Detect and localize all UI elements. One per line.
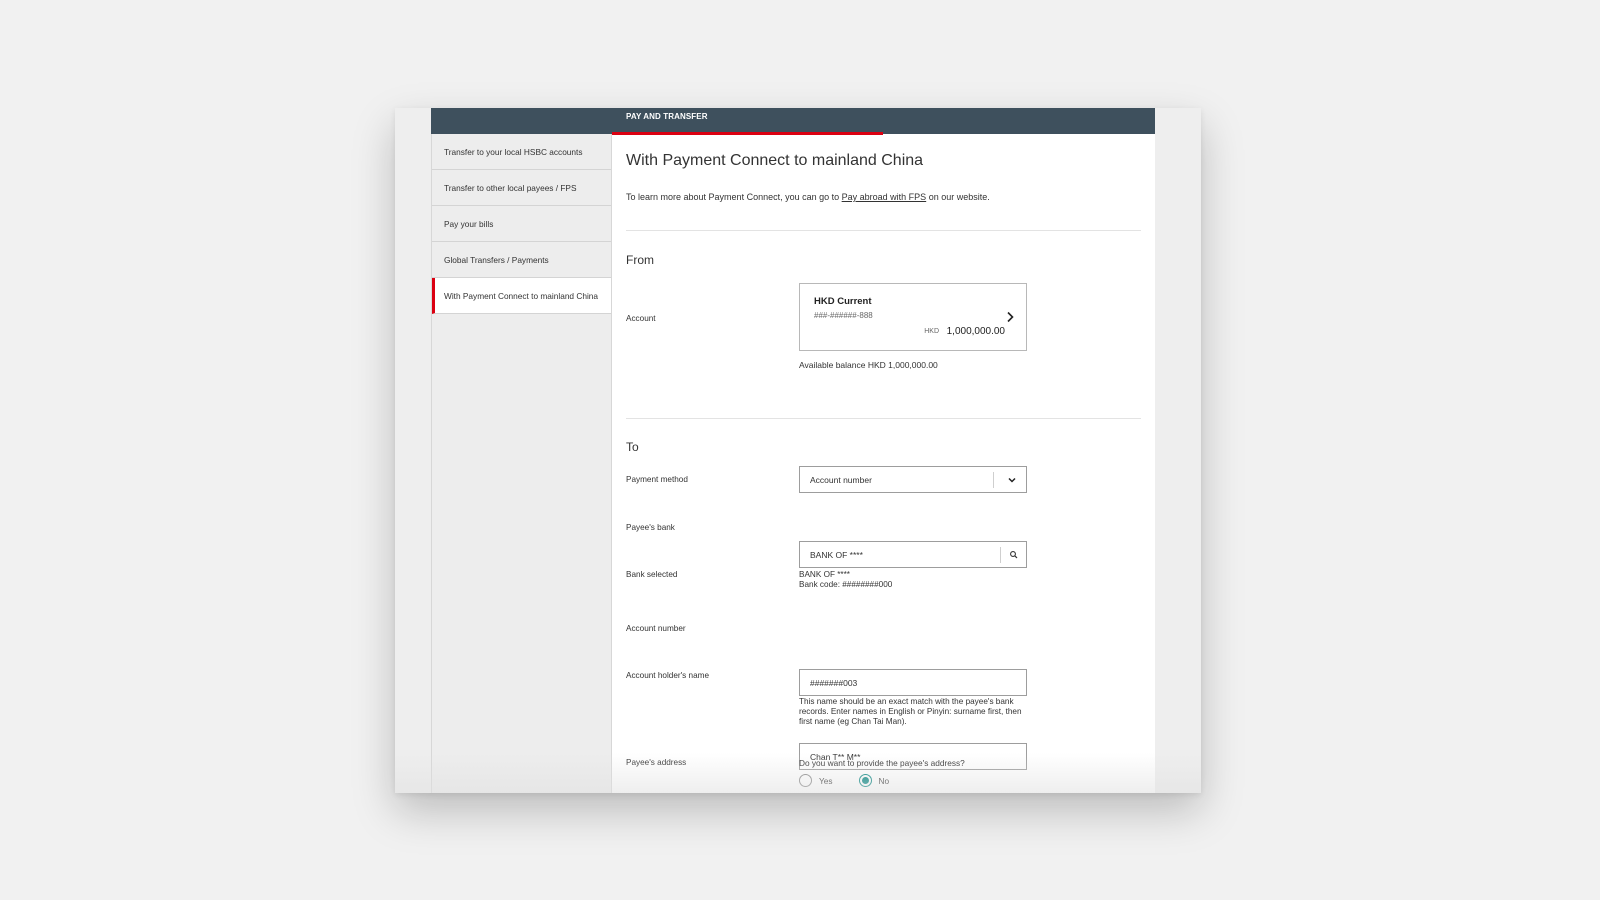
intro-text: To learn more about Payment Connect, you… (626, 192, 990, 202)
bank-selected-name: BANK OF **** (799, 570, 850, 579)
account-balance: 1,000,000.00 (946, 326, 1005, 337)
account-name: HKD Current (814, 296, 872, 307)
payee-address-question: Do you want to provide the payee's addre… (799, 758, 965, 768)
address-no-radio[interactable] (858, 774, 872, 787)
header-title: PAY AND TRANSFER (626, 112, 708, 121)
address-no-label: No (878, 775, 890, 786)
bank-selected-code: Bank code: ########000 (799, 580, 893, 589)
bank-selected-info: BANK OF **** Bank code: ########000 (799, 570, 892, 590)
intro-prefix: To learn more about Payment Connect, you… (626, 192, 842, 202)
search-icon[interactable] (1008, 549, 1020, 561)
payee-bank-value: BANK OF **** (810, 550, 863, 560)
payee-address-label: Payee's address (626, 758, 687, 767)
account-holder-label: Account holder's name (626, 671, 710, 680)
payee-bank-search[interactable]: BANK OF **** (799, 541, 1027, 568)
select-separator (993, 472, 994, 488)
sidebar-item-other-local-fps[interactable]: Transfer to other local payees / FPS (432, 170, 611, 206)
pay-abroad-fps-link[interactable]: Pay abroad with FPS (842, 192, 927, 202)
account-holder-hint: This name should be an exact match with … (799, 697, 1022, 726)
payment-method-label: Payment method (626, 475, 688, 484)
account-number-label: Account number (626, 624, 686, 633)
payee-address-radio-group: Yes No (799, 774, 889, 787)
account-selector[interactable]: HKD Current ###-######-888 HKD 1,000,000… (799, 283, 1027, 351)
sidebar-item-payment-connect[interactable]: With Payment Connect to mainland China (432, 278, 611, 314)
divider (626, 230, 1141, 231)
main-content: With Payment Connect to mainland China T… (626, 134, 1141, 787)
intro-suffix: on our website. (926, 192, 990, 202)
address-yes-radio[interactable] (799, 774, 812, 787)
available-balance: Available balance HKD 1,000,000.00 (799, 360, 938, 370)
bank-selected-label: Bank selected (626, 570, 678, 579)
sidebar-item-label: Transfer to other local payees / FPS (444, 182, 577, 193)
account-number-value: #######003 (810, 678, 858, 688)
device-frame: PAY AND TRANSFER Transfer to your local … (395, 108, 1201, 793)
sidebar-item-local-hsbc[interactable]: Transfer to your local HSBC accounts (432, 134, 611, 170)
payee-bank-label: Payee's bank (626, 523, 675, 532)
account-number-input[interactable]: #######003 (799, 669, 1027, 696)
account-card[interactable]: HKD Current ###-######-888 HKD 1,000,000… (799, 283, 1027, 351)
divider (626, 418, 1141, 419)
chevron-down-icon (1008, 477, 1016, 483)
sidebar-item-label: Global Transfers / Payments (444, 254, 549, 265)
account-label: Account (626, 314, 656, 323)
banking-app: PAY AND TRANSFER Transfer to your local … (431, 108, 1155, 793)
account-number-masked: ###-######-888 (814, 311, 873, 320)
address-yes-label: Yes (819, 775, 833, 786)
sidebar-item-label: Pay your bills (444, 218, 494, 229)
page-title: With Payment Connect to mainland China (626, 152, 924, 169)
chevron-right-icon (1007, 311, 1014, 323)
from-section-title: From (626, 253, 654, 267)
sidebar-item-label: With Payment Connect to mainland China (444, 290, 599, 301)
search-separator (1000, 547, 1001, 563)
top-header-bar: PAY AND TRANSFER (431, 108, 1155, 134)
sidebar-item-label: Transfer to your local HSBC accounts (444, 146, 583, 157)
sidebar-item-global-transfers[interactable]: Global Transfers / Payments (432, 242, 611, 278)
to-section-title: To (626, 440, 639, 454)
account-currency: HKD (924, 328, 939, 335)
payment-method-value: Account number (810, 475, 872, 485)
sidebar-nav: Transfer to your local HSBC accounts Tra… (431, 134, 612, 793)
payment-method-select[interactable]: Account number (799, 466, 1027, 493)
sidebar-item-pay-bills[interactable]: Pay your bills (432, 206, 611, 242)
